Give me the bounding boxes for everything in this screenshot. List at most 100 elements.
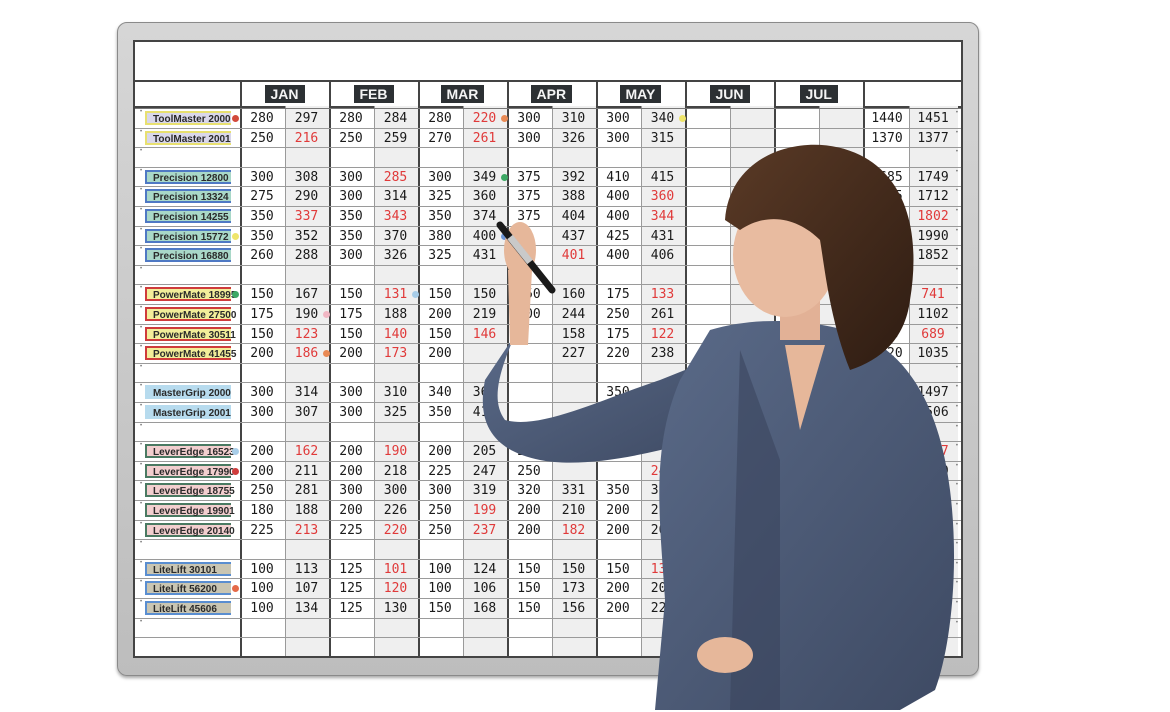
status-dot-magnet[interactable] (678, 115, 686, 122)
value-cell: 352 (294, 228, 319, 244)
value-cell: 310 (383, 385, 408, 401)
value-cell: 325 (428, 189, 452, 205)
value-cell: 100 (428, 581, 452, 597)
status-dot-magnet[interactable] (232, 448, 239, 456)
value-cell: 134 (294, 601, 319, 616)
product-label[interactable]: Precision 16880 (145, 248, 231, 263)
total-cell: 1440 (871, 111, 903, 126)
value-cell: 130 (383, 601, 408, 616)
row-pin-marker: • (140, 109, 143, 115)
product-label[interactable]: LeverEdge 20140 (145, 522, 235, 537)
row-pin-marker: • (140, 520, 143, 527)
value-cell: 150 (339, 287, 363, 303)
value-cell: 175 (339, 307, 363, 322)
value-cell: 300 (606, 111, 630, 126)
value-cell: 200 (428, 307, 452, 322)
row-divider (135, 108, 961, 109)
status-dot-magnet[interactable] (322, 311, 330, 318)
value-cell: 125 (339, 561, 363, 577)
value-cell: 150 (250, 287, 274, 303)
status-dot-magnet[interactable] (411, 291, 419, 299)
status-dot-magnet[interactable] (232, 585, 239, 593)
value-cell: 125 (339, 581, 363, 597)
row-pin-marker: • (140, 383, 143, 390)
row-pin-marker: • (140, 187, 143, 194)
value-cell: 300 (339, 189, 363, 205)
product-label[interactable]: Precision 12800 (145, 169, 231, 184)
value-cell: 218 (383, 463, 408, 479)
product-label[interactable]: LiteLift 30101 (145, 561, 231, 576)
value-cell: 270 (428, 130, 452, 146)
value-cell: 101 (383, 561, 408, 577)
row-pin-marker: • (140, 285, 143, 292)
product-label[interactable]: LeverEdge 17990 (145, 463, 235, 478)
product-label[interactable]: LeverEdge 19901 (145, 503, 235, 517)
product-label[interactable]: LeverEdge 18755 (145, 483, 235, 498)
value-cell: 300 (250, 169, 274, 185)
value-cell: 200 (250, 463, 274, 479)
value-cell: 173 (383, 346, 408, 362)
value-cell: 120 (383, 581, 408, 597)
value-cell: 300 (339, 169, 363, 185)
lower-hand (697, 637, 753, 673)
value-cell: 250 (428, 522, 452, 538)
value-cell: 281 (294, 483, 319, 499)
value-cell: 350 (428, 405, 452, 420)
value-cell: 290 (294, 189, 319, 205)
product-label[interactable]: ToolMaster 2001 (145, 130, 231, 145)
title-strip (135, 42, 961, 82)
status-dot-magnet[interactable] (232, 115, 239, 122)
status-dot-magnet[interactable] (322, 350, 330, 358)
product-label[interactable]: PowerMate 30511 (145, 326, 236, 341)
forearm-skin (508, 270, 532, 345)
product-label[interactable]: MasterGrip 2001 (145, 405, 231, 419)
row-pin-marker: • (140, 344, 143, 351)
value-cell: 150 (428, 287, 452, 303)
value-cell: 275 (250, 189, 274, 205)
row-pin-marker: • (955, 110, 958, 116)
row-pin-marker: • (140, 481, 143, 488)
value-cell: 284 (383, 111, 408, 126)
value-cell: 100 (250, 561, 274, 577)
product-label[interactable]: PowerMate 18995 (145, 287, 236, 302)
value-cell: 250 (250, 130, 274, 146)
product-label[interactable]: PowerMate 41455 (145, 346, 236, 361)
value-cell: 140 (383, 326, 408, 342)
value-cell: 107 (294, 581, 319, 597)
row-pin-marker: • (140, 442, 143, 449)
product-label[interactable]: LiteLift 45606 (145, 601, 231, 615)
product-label[interactable]: Precision 13324 (145, 189, 231, 204)
value-cell: 211 (294, 463, 319, 479)
value-cell: 297 (294, 111, 319, 126)
value-cell: 188 (294, 503, 319, 518)
value-cell: 300 (250, 405, 274, 420)
value-cell: 200 (339, 463, 363, 479)
month-header-mar: MAR (440, 85, 485, 103)
month-header-may: MAY (619, 85, 662, 103)
product-label[interactable]: ToolMaster 2000 (145, 111, 231, 125)
value-cell: 260 (250, 248, 274, 264)
month-header-apr: APR (530, 85, 573, 103)
row-pin-marker: • (140, 148, 143, 155)
value-cell: 150 (428, 326, 452, 342)
product-label[interactable]: LiteLift 56200 (145, 581, 231, 596)
status-dot-magnet[interactable] (232, 232, 239, 240)
value-cell: 225 (250, 522, 274, 538)
product-label[interactable]: Precision 14255 (145, 209, 231, 223)
value-cell: 308 (294, 169, 319, 185)
value-cell: 200 (339, 346, 363, 362)
status-dot-magnet[interactable] (500, 115, 508, 122)
product-label[interactable]: Precision 15772 (145, 228, 231, 243)
status-dot-magnet[interactable] (232, 467, 239, 475)
value-cell: 300 (339, 483, 363, 499)
total-cell: 1451 (917, 111, 949, 126)
value-cell: 250 (339, 130, 363, 146)
value-cell: 300 (383, 483, 408, 499)
status-dot-magnet[interactable] (232, 291, 239, 299)
value-cell: 200 (428, 346, 452, 362)
product-label[interactable]: MasterGrip 2000 (145, 385, 231, 400)
product-label[interactable]: LeverEdge 16523 (145, 444, 235, 459)
row-pin-marker: • (140, 167, 143, 174)
row-pin-marker: • (140, 403, 143, 409)
product-label[interactable]: PowerMate 27500 (145, 307, 236, 321)
